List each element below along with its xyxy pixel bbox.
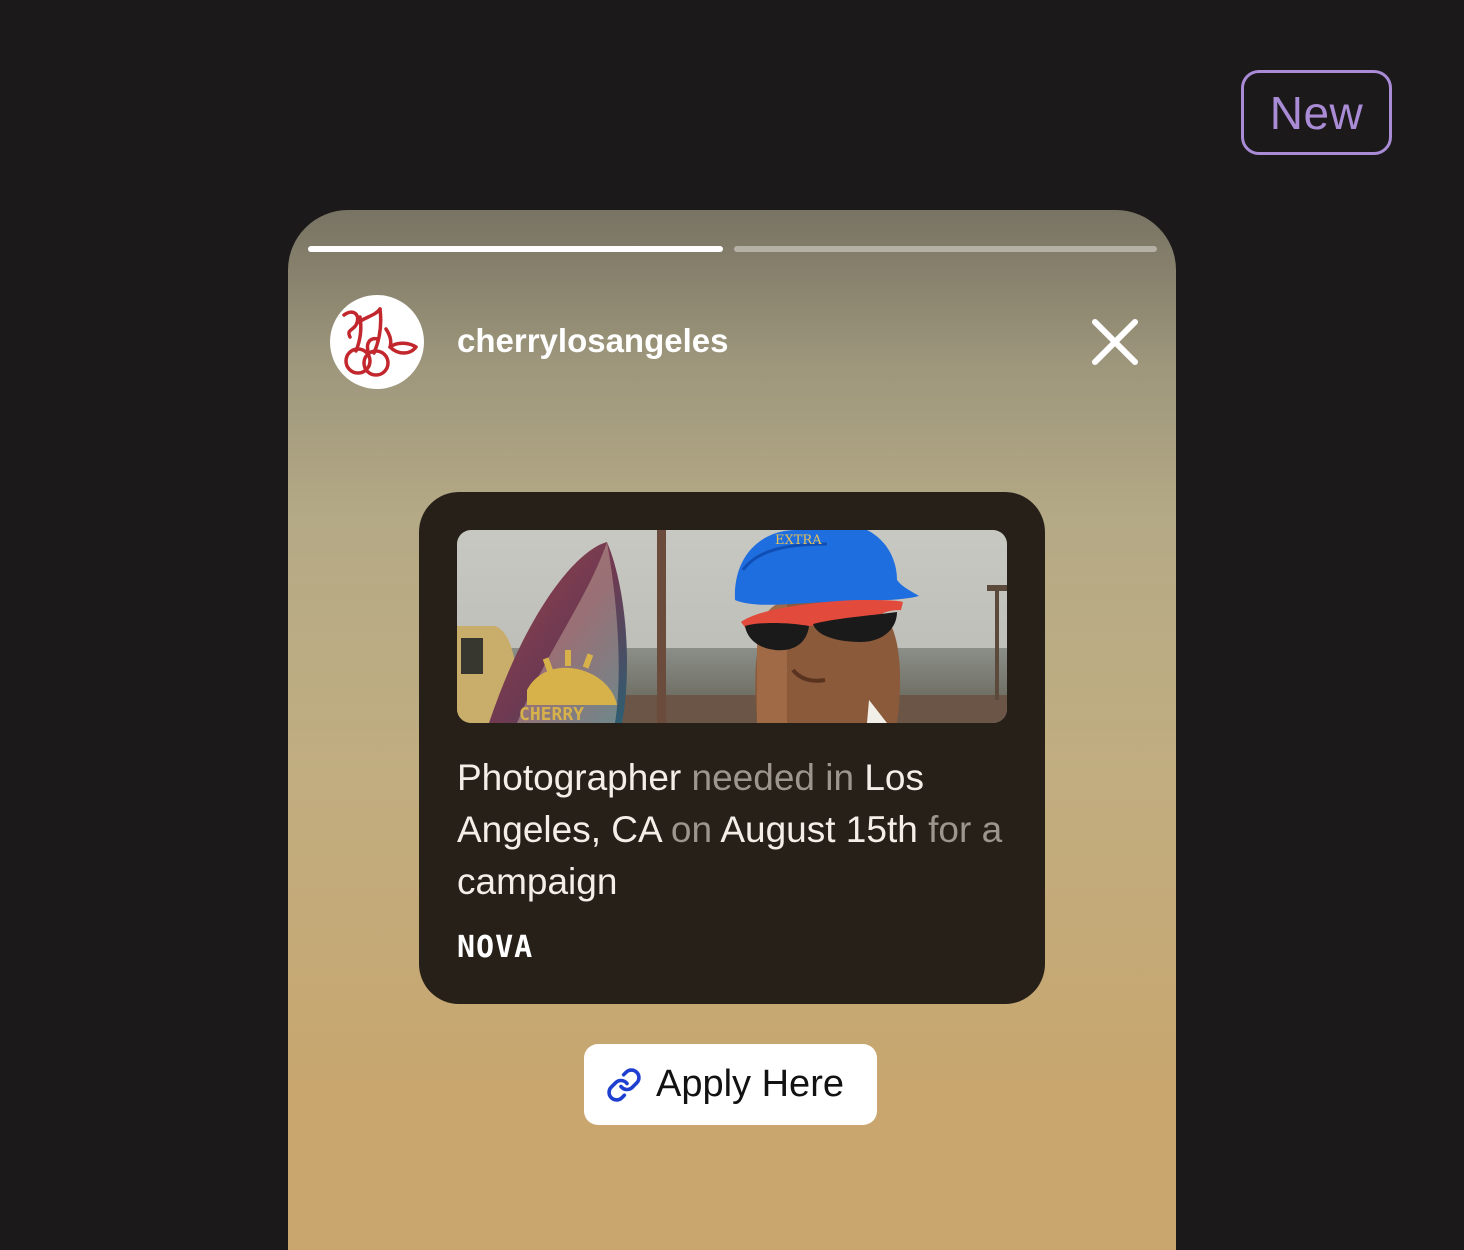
job-date: August 15th bbox=[720, 809, 918, 850]
job-card-image: CHERRY EXTRA bbox=[457, 530, 1007, 723]
campaign-photo: CHERRY EXTRA bbox=[457, 530, 1007, 723]
job-role: Photographer bbox=[457, 757, 682, 798]
job-card[interactable]: CHERRY EXTRA Photographer needed in Los … bbox=[419, 492, 1045, 1004]
job-connector-text: a bbox=[981, 809, 1003, 850]
story-progress-segment-1 bbox=[308, 246, 723, 252]
story-username[interactable]: cherrylosangeles bbox=[457, 320, 728, 362]
story-viewer: cherrylosangeles CHERRY EXTRA Photograph… bbox=[288, 210, 1176, 1250]
close-button[interactable] bbox=[1085, 312, 1145, 372]
cherry-logo-icon bbox=[342, 307, 418, 377]
new-badge: New bbox=[1241, 70, 1392, 155]
job-connector-text: needed in bbox=[691, 757, 855, 798]
story-progress-segment-2 bbox=[734, 246, 1157, 252]
avatar[interactable] bbox=[330, 295, 424, 389]
brand-logo: NOVA bbox=[457, 930, 534, 965]
link-icon bbox=[606, 1067, 642, 1103]
job-type: campaign bbox=[457, 861, 618, 902]
svg-text:CHERRY: CHERRY bbox=[519, 704, 584, 723]
job-connector-text: on bbox=[670, 809, 713, 850]
apply-here-button[interactable]: Apply Here bbox=[584, 1044, 877, 1125]
svg-text:EXTRA: EXTRA bbox=[775, 533, 822, 548]
close-icon bbox=[1092, 319, 1138, 365]
job-card-description: Photographer needed in Los Angeles, CA o… bbox=[457, 752, 1017, 908]
job-connector-text: for bbox=[928, 809, 972, 850]
apply-here-label: Apply Here bbox=[656, 1063, 844, 1105]
